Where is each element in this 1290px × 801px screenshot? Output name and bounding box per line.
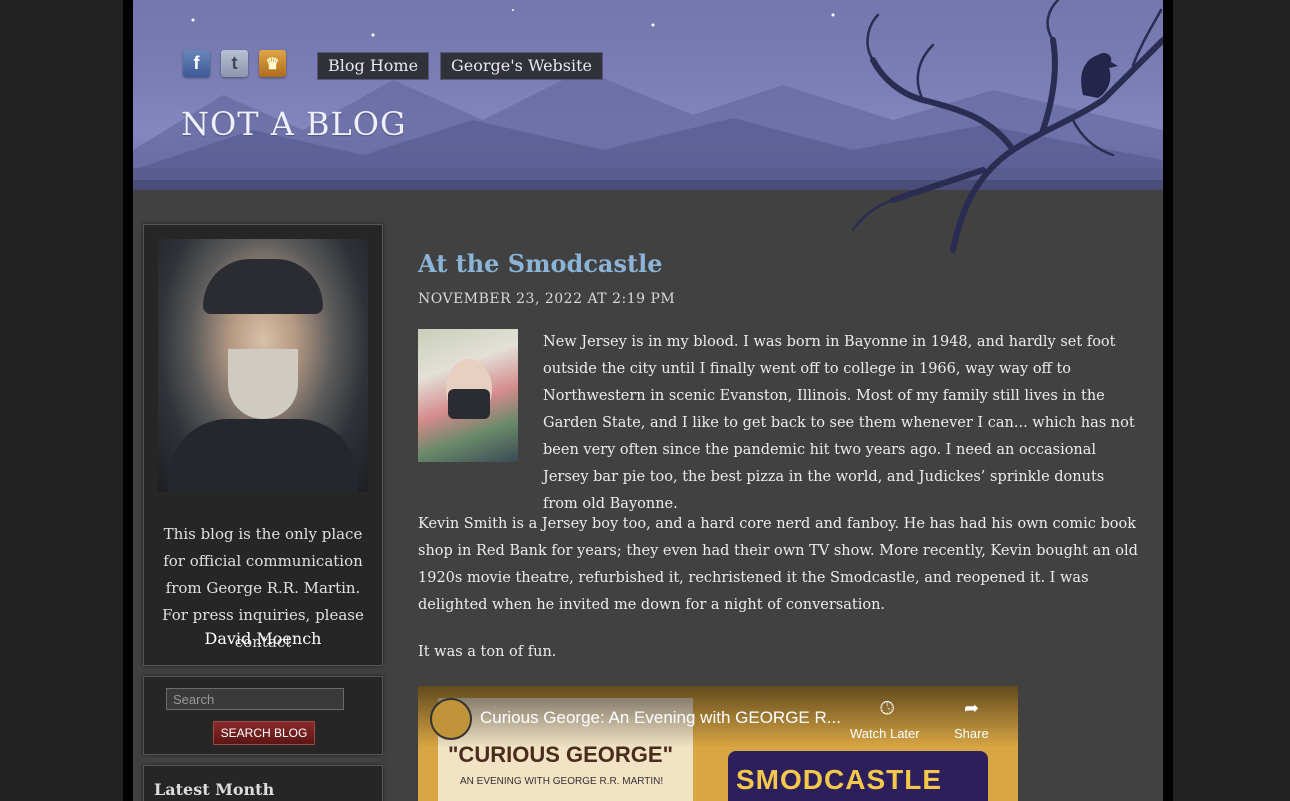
facebook-icon[interactable]: f — [183, 50, 210, 77]
site-title: NOT A BLOG — [181, 105, 407, 143]
video-title[interactable]: Curious George: An Evening with GEORGE R… — [480, 708, 841, 728]
twitter-icon[interactable]: t — [221, 50, 248, 77]
share-button[interactable]: Share — [954, 726, 989, 741]
author-portrait — [158, 239, 368, 492]
press-contact-link[interactable]: David Moench — [154, 629, 372, 648]
clock-icon[interactable]: 🕓︎ — [880, 698, 894, 719]
post-title[interactable]: At the Smodcastle — [418, 249, 662, 278]
page-inner: f t ♛ Blog Home George's Website NOT A B… — [133, 0, 1163, 801]
watch-later-button[interactable]: Watch Later — [850, 726, 920, 741]
tree-raven-illustration — [851, 0, 1163, 253]
latest-month-box: Latest Month — [143, 765, 383, 801]
search-input[interactable]: Search — [166, 688, 344, 710]
youtube-video-embed[interactable]: "CURIOUS GEORGE" AN EVENING WITH GEORGE … — [418, 686, 1018, 801]
livejournal-crown-icon[interactable]: ♛ — [259, 50, 286, 77]
post-photo — [418, 329, 518, 462]
post-paragraph: It was a ton of fun. — [418, 644, 557, 660]
post-date: NOVEMBER 23, 2022 AT 2:19 PM — [418, 291, 676, 307]
search-box: Search SEARCH BLOG — [143, 676, 383, 755]
post-paragraph: New Jersey is in my blood. I was born in… — [543, 334, 1135, 512]
post-paragraph: Kevin Smith is a Jersey boy too, and a h… — [418, 516, 1138, 613]
nav-georges-website-button[interactable]: George's Website — [440, 52, 604, 80]
channel-avatar-icon[interactable] — [430, 698, 472, 740]
share-arrow-icon[interactable]: ➦ — [964, 698, 979, 719]
search-blog-button[interactable]: SEARCH BLOG — [213, 721, 315, 745]
page-frame: f t ♛ Blog Home George's Website NOT A B… — [123, 0, 1173, 801]
smodcastle-sign-text: SMODCASTLE — [736, 764, 942, 795]
video-poster-subtitle: AN EVENING WITH GEORGE R.R. MARTIN! — [460, 776, 664, 787]
latest-month-title: Latest Month — [154, 780, 275, 799]
about-box: This blog is the only place for official… — [143, 224, 383, 666]
nav-blog-home-button[interactable]: Blog Home — [317, 52, 430, 80]
